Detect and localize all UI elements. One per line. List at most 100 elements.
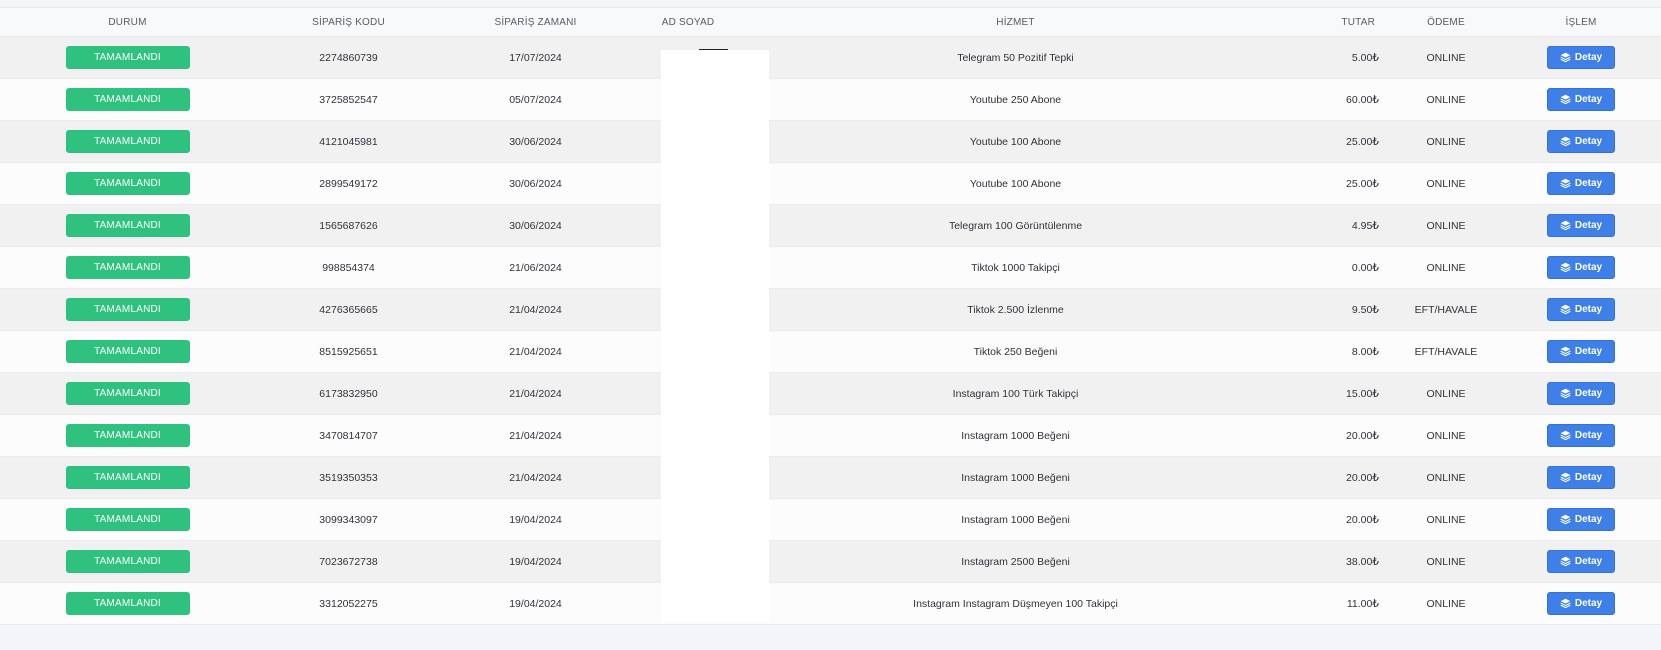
- table-row: TAMAMLANDI 7023672738 19/04/2024 Instagr…: [0, 540, 1661, 583]
- detail-button-label: Detay: [1574, 430, 1603, 441]
- payment-cell: EFT/HAVALE: [1414, 303, 1478, 316]
- detail-button-label: Detay: [1574, 388, 1603, 399]
- order-code-cell: 3099343097: [319, 513, 378, 526]
- detail-button[interactable]: Detay: [1547, 172, 1615, 195]
- detail-button[interactable]: Detay: [1547, 382, 1615, 405]
- payment-cell: ONLINE: [1426, 261, 1466, 274]
- table-row: TAMAMLANDI 3725852547 05/07/2024 Youtube…: [0, 78, 1661, 121]
- status-badge: TAMAMLANDI: [65, 508, 190, 531]
- detail-button[interactable]: Detay: [1547, 214, 1615, 237]
- status-cell: TAMAMLANDI: [0, 415, 255, 457]
- status-badge: TAMAMLANDI: [65, 46, 190, 69]
- order-time-cell: 21/04/2024: [509, 303, 562, 316]
- order-code-cell: 7023672738: [319, 555, 378, 568]
- table-body: TAMAMLANDI 2274860739 17/07/2024 Telegra…: [0, 36, 1661, 625]
- status-badge: TAMAMLANDI: [65, 298, 190, 321]
- service-cell: Youtube 250 Abone: [969, 93, 1062, 106]
- detail-button[interactable]: Detay: [1547, 550, 1615, 573]
- header-order-time: SİPARİŞ ZAMANI: [494, 16, 577, 28]
- detail-button[interactable]: Detay: [1547, 46, 1615, 69]
- action-cell: Detay: [1501, 541, 1661, 583]
- amount-cell: 38.00₺: [1346, 555, 1379, 568]
- payment-cell: EFT/HAVALE: [1414, 345, 1478, 358]
- action-cell: Detay: [1501, 499, 1661, 541]
- service-cell: Tiktok 1000 Takipçi: [971, 261, 1060, 274]
- header-status: DURUM: [108, 16, 147, 28]
- action-cell: Detay: [1501, 163, 1661, 205]
- order-time-cell: 21/06/2024: [509, 261, 562, 274]
- layers-icon: [1560, 598, 1571, 609]
- status-cell: TAMAMLANDI: [0, 457, 255, 499]
- detail-button-label: Detay: [1574, 178, 1603, 189]
- detail-button[interactable]: Detay: [1547, 592, 1615, 615]
- detail-button[interactable]: Detay: [1547, 508, 1615, 531]
- table-row: TAMAMLANDI 3312052275 19/04/2024 Instagr…: [0, 582, 1661, 625]
- detail-button[interactable]: Detay: [1547, 340, 1615, 363]
- table-row: TAMAMLANDI 2899549172 30/06/2024 Youtube…: [0, 162, 1661, 205]
- layers-icon: [1560, 304, 1571, 315]
- table-row: TAMAMLANDI 4276365665 21/04/2024 Tiktok …: [0, 288, 1661, 331]
- detail-button-label: Detay: [1574, 514, 1603, 525]
- amount-cell: 20.00₺: [1346, 471, 1379, 484]
- detail-button-label: Detay: [1574, 556, 1603, 567]
- layers-icon: [1560, 556, 1571, 567]
- status-cell: TAMAMLANDI: [0, 583, 255, 625]
- service-cell: Youtube 100 Abone: [969, 177, 1062, 190]
- amount-cell: 25.00₺: [1346, 135, 1379, 148]
- detail-button[interactable]: Detay: [1547, 130, 1615, 153]
- action-cell: Detay: [1501, 37, 1661, 79]
- action-cell: Detay: [1501, 289, 1661, 331]
- status-cell: TAMAMLANDI: [0, 499, 255, 541]
- action-cell: Detay: [1501, 457, 1661, 499]
- layers-icon: [1560, 220, 1571, 231]
- order-time-cell: 05/07/2024: [509, 93, 562, 106]
- detail-button[interactable]: Detay: [1547, 424, 1615, 447]
- service-cell: Instagram 100 Türk Takipçi: [952, 387, 1079, 400]
- detail-button[interactable]: Detay: [1547, 256, 1615, 279]
- name-redaction-mark: [699, 49, 728, 50]
- status-cell: TAMAMLANDI: [0, 541, 255, 583]
- amount-cell: 60.00₺: [1346, 93, 1379, 106]
- payment-cell: ONLINE: [1426, 51, 1466, 64]
- payment-cell: ONLINE: [1426, 429, 1466, 442]
- status-badge: TAMAMLANDI: [65, 592, 190, 615]
- order-time-cell: 30/06/2024: [509, 135, 562, 148]
- detail-button[interactable]: Detay: [1547, 298, 1615, 321]
- status-cell: TAMAMLANDI: [0, 373, 255, 415]
- table-row: TAMAMLANDI 2274860739 17/07/2024 Telegra…: [0, 36, 1661, 79]
- header-action: İŞLEM: [1565, 16, 1597, 28]
- status-cell: TAMAMLANDI: [0, 37, 255, 79]
- action-cell: Detay: [1501, 79, 1661, 121]
- amount-cell: 25.00₺: [1346, 177, 1379, 190]
- detail-button[interactable]: Detay: [1547, 466, 1615, 489]
- status-badge: TAMAMLANDI: [65, 466, 190, 489]
- detail-button[interactable]: Detay: [1547, 88, 1615, 111]
- detail-button-label: Detay: [1574, 346, 1603, 357]
- amount-cell: 8.00₺: [1351, 345, 1379, 358]
- layers-icon: [1560, 430, 1571, 441]
- table-row: TAMAMLANDI 998854374 21/06/2024 Tiktok 1…: [0, 246, 1661, 289]
- layers-icon: [1560, 178, 1571, 189]
- order-code-cell: 3725852547: [319, 93, 378, 106]
- service-cell: Instagram 2500 Beğeni: [961, 555, 1070, 568]
- amount-cell: 0.00₺: [1351, 261, 1379, 274]
- service-cell: Telegram 100 Görüntülenme: [948, 219, 1083, 232]
- order-code-cell: 6173832950: [319, 387, 378, 400]
- table-row: TAMAMLANDI 6173832950 21/04/2024 Instagr…: [0, 372, 1661, 415]
- status-badge: TAMAMLANDI: [65, 214, 190, 237]
- action-cell: Detay: [1501, 373, 1661, 415]
- service-cell: Instagram Instagram Düşmeyen 100 Takipçi: [913, 597, 1118, 610]
- layers-icon: [1560, 52, 1571, 63]
- orders-page: DURUM SİPARİŞ KODU SİPARİŞ ZAMANI AD SOY…: [0, 0, 1661, 650]
- status-cell: TAMAMLANDI: [0, 289, 255, 331]
- order-code-cell: 3470814707: [319, 429, 378, 442]
- payment-cell: ONLINE: [1426, 471, 1466, 484]
- detail-button-label: Detay: [1574, 136, 1603, 147]
- detail-button-label: Detay: [1574, 52, 1603, 63]
- status-badge: TAMAMLANDI: [65, 340, 190, 363]
- payment-cell: ONLINE: [1426, 597, 1466, 610]
- payment-cell: ONLINE: [1426, 219, 1466, 232]
- layers-icon: [1560, 472, 1571, 483]
- order-time-cell: 19/04/2024: [509, 597, 562, 610]
- status-cell: TAMAMLANDI: [0, 205, 255, 247]
